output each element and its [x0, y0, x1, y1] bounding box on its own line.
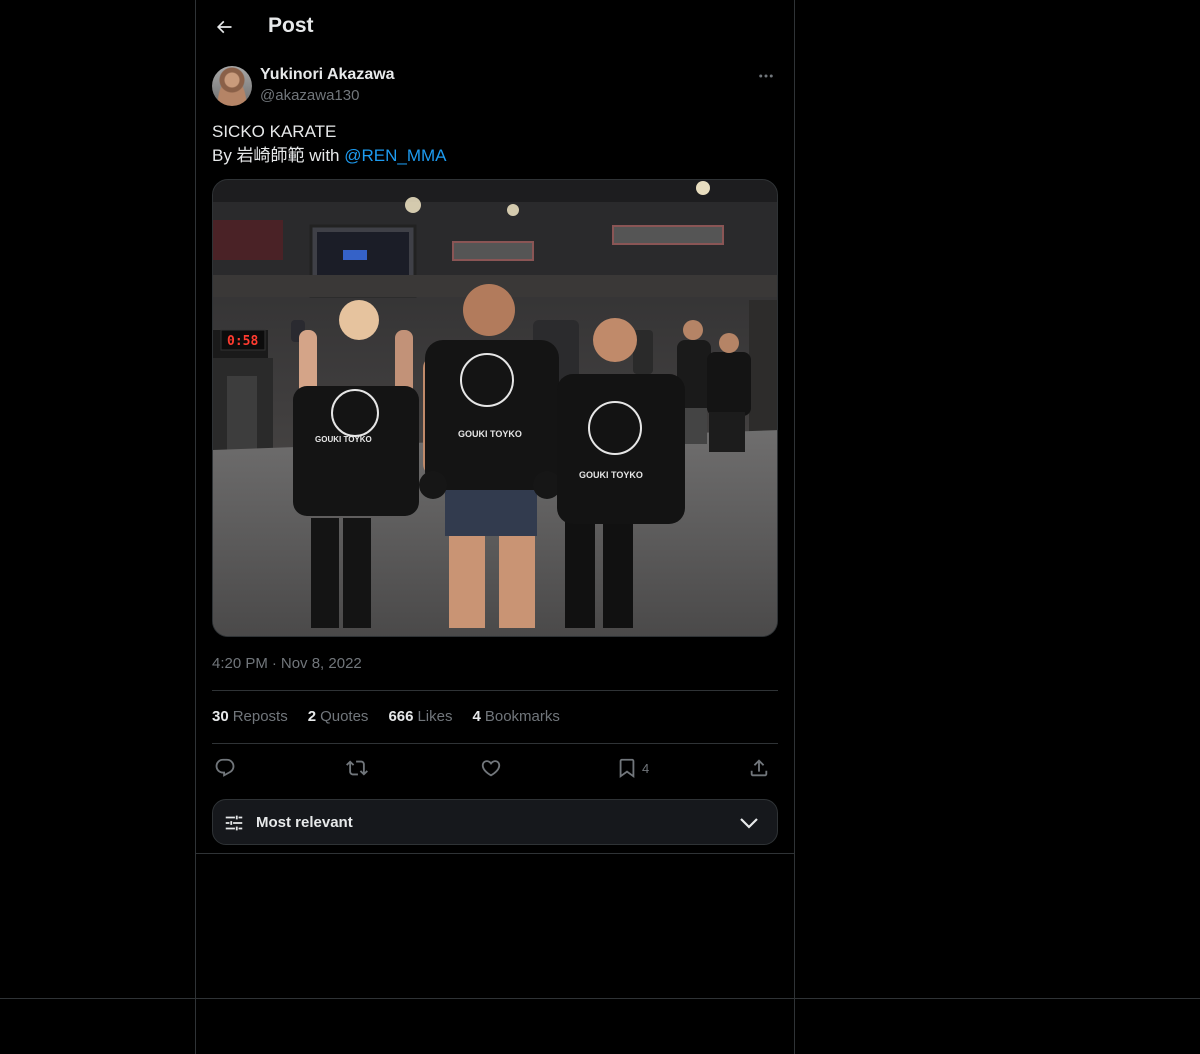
post-time: 4:20 PM	[212, 655, 268, 672]
more-icon	[759, 74, 773, 78]
sort-label: Most relevant	[256, 814, 353, 831]
author-handle[interactable]: @akazawa130	[260, 87, 359, 104]
page-title: Post	[268, 14, 314, 37]
bookmark-button[interactable]: 4	[616, 754, 649, 782]
reply-sort-dropdown[interactable]: Most relevant	[212, 799, 778, 845]
shirt-print-right: GOUKI TOYKO	[579, 470, 643, 480]
gym-timer: 0:58	[227, 334, 258, 349]
post-timestamp[interactable]: 4:20 PM · Nov 8, 2022	[212, 655, 362, 672]
sliders-icon	[225, 815, 243, 831]
arrow-left-icon	[216, 20, 232, 34]
post-column: Post Yukinori Akazawa @akazawa130 SICKO …	[195, 0, 795, 1054]
back-button[interactable]	[208, 11, 240, 43]
quotes-stat[interactable]: 2 Quotes	[308, 708, 369, 728]
bookmarks-stat[interactable]: 4 Bookmarks	[473, 708, 560, 728]
repost-icon	[346, 760, 368, 776]
post-text-line-1: SICKO KARATE	[212, 122, 337, 141]
bookmarks-label: Bookmarks	[484, 708, 560, 725]
post-date: Nov 8, 2022	[280, 655, 362, 672]
engagement-stats: 30 Reposts 2 Quotes 666 Likes 4 Bookmarks	[212, 708, 560, 728]
avatar[interactable]	[212, 66, 252, 106]
repost-button[interactable]	[346, 754, 368, 782]
heart-icon	[481, 760, 501, 777]
bookmark-icon	[619, 758, 635, 779]
more-options-button[interactable]	[754, 64, 778, 88]
share-icon	[750, 759, 768, 777]
divider	[212, 743, 778, 744]
post-text: SICKO KARATE By 岩崎師範 with @REN_MMA	[212, 120, 778, 168]
post-header: Post	[196, 0, 794, 54]
reposts-label: Reposts	[232, 708, 288, 725]
reply-button[interactable]	[214, 754, 236, 782]
bookmarks-count: 4	[472, 708, 481, 725]
gym-photo: GOUKI TOYKO GOUKI TOYKO GOUKI TOYKO 0:58	[213, 180, 777, 636]
mention-link[interactable]: @REN_MMA	[344, 146, 446, 165]
timestamp-separator: ·	[271, 655, 277, 672]
bookmark-count: 4	[642, 760, 650, 776]
likes-label: Likes	[417, 708, 453, 725]
chevron-down-icon	[740, 818, 758, 829]
post-text-prefix: By 岩崎師範 with	[212, 146, 345, 165]
post-actions: 4	[212, 754, 778, 782]
author-display-name[interactable]: Yukinori Akazawa	[260, 66, 395, 84]
likes-stat[interactable]: 666 Likes	[388, 708, 452, 728]
reposts-count: 30	[212, 708, 229, 725]
reply-icon	[215, 758, 235, 777]
quotes-label: Quotes	[320, 708, 369, 725]
shirt-print-center: GOUKI TOYKO	[458, 429, 522, 439]
shirt-print-left: GOUKI TOYKO	[315, 435, 372, 444]
share-button[interactable]	[748, 754, 770, 782]
like-button[interactable]	[480, 754, 502, 782]
section-divider	[196, 853, 794, 854]
likes-count: 666	[388, 708, 414, 725]
post-author: Yukinori Akazawa @akazawa130	[212, 64, 778, 108]
reposts-stat[interactable]: 30 Reposts	[212, 708, 288, 728]
divider	[212, 690, 778, 691]
post-text-line-2: By 岩崎師範 with @REN_MMA	[212, 144, 778, 168]
post-image[interactable]: GOUKI TOYKO GOUKI TOYKO GOUKI TOYKO 0:58	[212, 179, 778, 637]
quotes-count: 2	[307, 708, 317, 725]
